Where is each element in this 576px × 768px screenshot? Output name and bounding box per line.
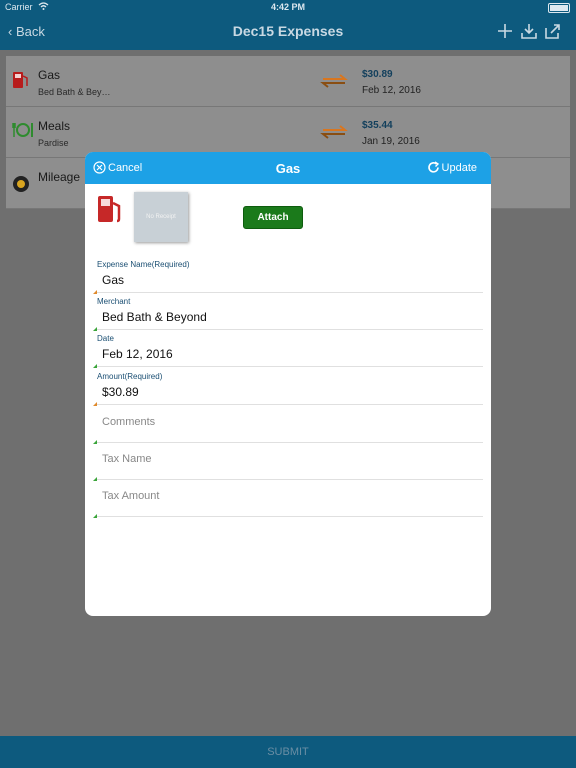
nav-bar: ‹ Back Dec15 Expenses [0,14,576,50]
gas-pump-icon [98,196,121,223]
expense-row-meals[interactable]: Meals Pardise $35.44 Jan 19, 2016 [6,107,570,158]
update-button[interactable]: Update [427,161,477,174]
download-icon[interactable] [520,22,538,40]
receipt-thumbnail[interactable]: No Receipt [134,192,188,242]
field-placeholder: Tax Name [102,453,152,465]
merchant-field[interactable]: Merchant Bed Bath & Beyond [85,293,491,331]
field-value: $30.89 [102,385,139,399]
expense-amount: $30.89 [362,69,393,80]
amount-field[interactable]: Amount(Required) $30.89 [85,368,491,406]
bottom-bar: SUBMIT [0,736,576,768]
comments-field[interactable]: Comments [85,406,491,444]
swap-arrows-icon[interactable] [320,74,348,88]
battery-icon [548,3,570,13]
edit-expense-modal: Cancel Gas Update No Receipt Attach Expe… [85,152,491,616]
field-label: Date [97,334,114,343]
expense-amount: $35.44 [362,120,393,131]
update-label: Update [441,161,477,174]
field-label: Merchant [97,297,131,306]
field-label: Expense Name(Required) [97,260,190,269]
attach-button[interactable]: Attach [243,206,303,229]
receipt-placeholder: No Receipt [146,214,176,220]
expense-name-field[interactable]: Expense Name(Required) Gas [85,256,491,294]
tax-amount-field[interactable]: Tax Amount [85,480,491,518]
refresh-icon [427,161,439,173]
field-label: Amount(Required) [97,372,163,381]
status-bar: Carrier 4:42 PM [0,0,576,14]
submit-button[interactable]: SUBMIT [0,746,576,758]
mileage-icon [13,176,29,192]
expense-date: Jan 19, 2016 [362,136,420,147]
date-field[interactable]: Date Feb 12, 2016 [85,330,491,368]
expense-row-gas[interactable]: Gas Bed Bath & Bey… $30.89 Feb 12, 2016 [6,56,570,107]
field-placeholder: Comments [102,416,156,428]
meals-icon [12,123,33,137]
expense-date: Feb 12, 2016 [362,85,421,96]
tax-name-field[interactable]: Tax Name [85,443,491,481]
field-value: Gas [102,273,125,287]
expense-merchant: Pardise [38,138,69,148]
expense-merchant: Bed Bath & Bey… [38,87,111,97]
expense-title: Gas [38,68,61,82]
add-icon[interactable] [496,22,514,40]
share-icon[interactable] [544,22,562,40]
modal-header: Cancel Gas Update [85,152,491,184]
field-value: Feb 12, 2016 [102,347,173,361]
swap-arrows-icon[interactable] [320,125,348,139]
expense-title: Meals [38,119,71,133]
field-value: Bed Bath & Beyond [102,310,207,324]
status-time: 4:42 PM [270,2,305,12]
expense-title: Mileage [38,170,81,184]
page-title: Dec15 Expenses [232,23,344,39]
optional-marker [93,514,97,518]
field-placeholder: Tax Amount [102,490,160,502]
gas-pump-icon [13,72,28,88]
